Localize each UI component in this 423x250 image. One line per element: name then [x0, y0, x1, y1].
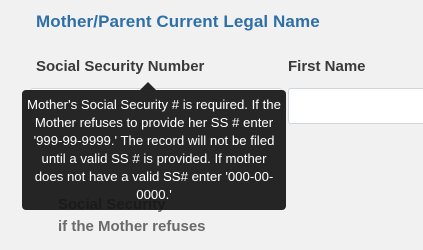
section-title: Mother/Parent Current Legal Name	[36, 12, 320, 31]
tooltip-arrow	[140, 82, 156, 90]
form-panel: Mother/Parent Current Legal Name Social …	[0, 0, 423, 250]
ssn-label: Social Security Number	[36, 58, 205, 75]
first-name-input[interactable]	[288, 88, 423, 124]
obscured-help-line-2: if the Mother refuses	[58, 218, 206, 235]
first-name-label: First Name	[288, 58, 366, 75]
ssn-help-tooltip: Mother's Social Security # is required. …	[22, 90, 286, 210]
